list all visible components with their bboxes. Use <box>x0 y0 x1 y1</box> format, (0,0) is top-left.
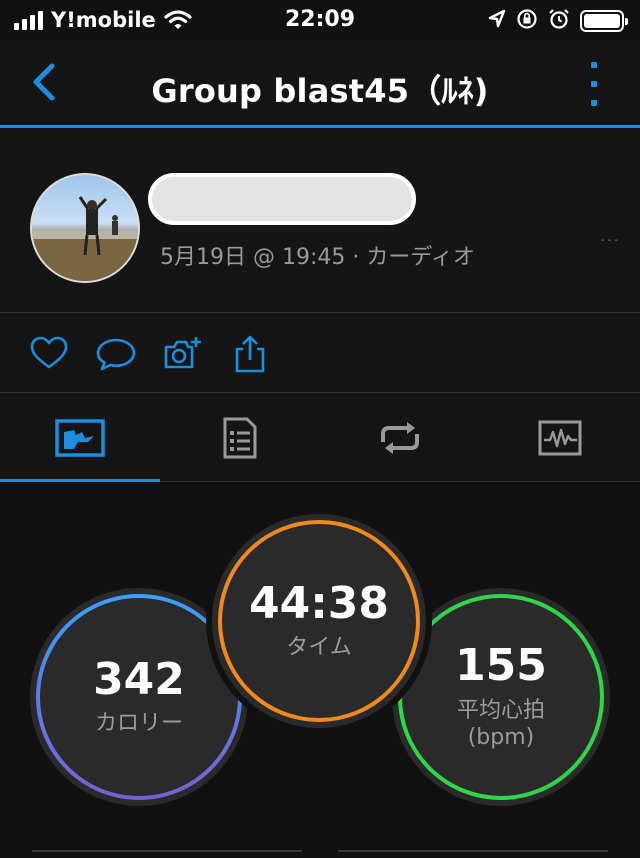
navigation-bar: Group blast45（ﾙﾈ) <box>0 40 640 128</box>
calories-label: カロリー <box>94 711 183 737</box>
menu-dot <box>591 81 597 87</box>
avatar-photo <box>32 196 138 281</box>
tab-overview[interactable] <box>0 394 160 483</box>
avatar[interactable] <box>30 173 140 283</box>
add-photo-icon <box>164 337 201 369</box>
status-right <box>488 8 628 34</box>
overview-icon <box>55 419 105 457</box>
stats-panel: 342 カロリー 155 平均心拍 (bpm) 44:38 タイム <box>0 482 640 858</box>
details-list-icon <box>223 417 257 459</box>
battery-icon <box>580 10 628 32</box>
more-icon[interactable]: - - - <box>601 235 618 246</box>
user-name-redacted <box>148 173 416 225</box>
time-stat: 44:38 タイム <box>212 514 426 728</box>
activity-subtitle: 5月19日 @ 19:45 · カーディオ <box>160 245 475 270</box>
add-photo-button[interactable] <box>162 333 204 375</box>
like-button[interactable] <box>28 333 70 375</box>
heart-icon <box>30 336 68 369</box>
menu-dot <box>591 100 597 106</box>
share-button[interactable] <box>229 333 271 375</box>
divider <box>32 850 608 852</box>
calories-value: 342 <box>93 654 185 706</box>
time-value: 44:38 <box>248 578 390 630</box>
tab-details[interactable] <box>160 394 320 482</box>
more-options-button[interactable] <box>586 62 602 106</box>
heart-rate-value: 155 <box>455 640 547 692</box>
menu-dot <box>591 62 597 68</box>
comment-icon <box>96 338 136 371</box>
tab-bar <box>0 394 640 483</box>
laps-icon <box>381 422 419 454</box>
orientation-lock-icon <box>516 8 538 34</box>
tab-charts[interactable] <box>480 394 640 482</box>
tab-laps[interactable] <box>320 394 480 482</box>
charts-icon <box>538 420 582 456</box>
share-icon <box>235 335 265 373</box>
comment-button[interactable] <box>95 333 137 375</box>
time-label: タイム <box>286 635 352 661</box>
heart-rate-label: 平均心拍 (bpm) <box>456 697 545 751</box>
page-title: Group blast45（ﾙﾈ) <box>151 72 489 110</box>
action-bar <box>0 313 640 393</box>
activity-header: 5月19日 @ 19:45 · カーディオ - - - <box>0 131 640 313</box>
alarm-icon <box>548 8 570 34</box>
status-bar: Y!mobile 22:09 <box>0 0 640 40</box>
location-arrow-icon <box>488 9 506 33</box>
